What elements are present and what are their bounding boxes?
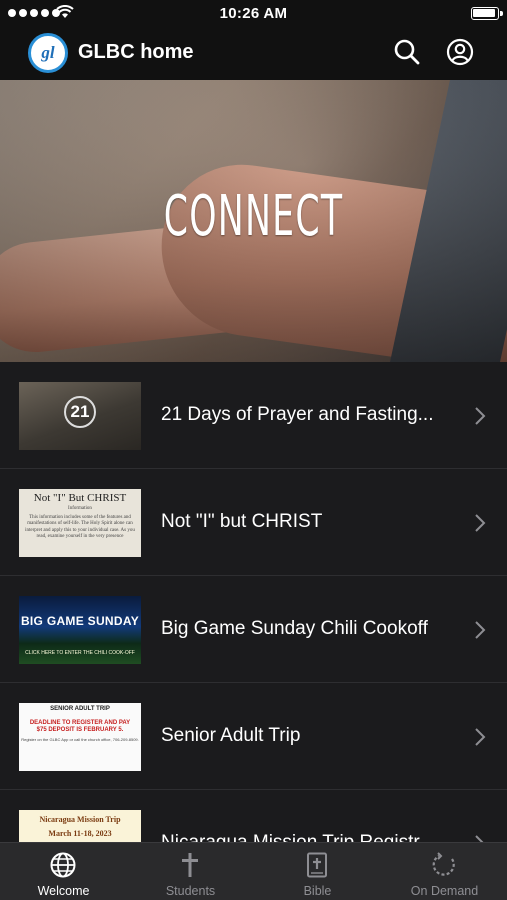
chevron-right-icon — [475, 514, 486, 532]
search-icon[interactable] — [392, 37, 422, 67]
globe-icon — [50, 852, 76, 878]
tab-welcome[interactable]: Welcome — [0, 843, 127, 900]
status-bar: 10:26 AM — [0, 0, 507, 26]
status-time: 10:26 AM — [219, 5, 288, 22]
tab-on-demand[interactable]: On Demand — [381, 843, 507, 900]
item-thumbnail: SENIOR ADULT TRIP DEADLINE TO REGISTER A… — [19, 703, 141, 771]
tab-label: Students — [165, 884, 216, 898]
church-logo[interactable]: gl — [28, 33, 68, 73]
item-title: Senior Adult Trip — [161, 725, 301, 746]
logo-text: gl — [41, 43, 55, 62]
item-title: 21 Days of Prayer and Fasting... — [161, 404, 434, 425]
account-icon[interactable] — [446, 38, 474, 66]
chevron-right-icon — [475, 835, 484, 842]
item-thumbnail: BIG GAME SUNDAY CLICK HERE TO ENTER THE … — [19, 596, 141, 664]
thumbnail-body: This information includes some of the fe… — [25, 514, 135, 540]
app-header: gl GLBC home — [0, 26, 507, 80]
thumbnail-subtitle: DEADLINE TO REGISTER AND PAY $75 DEPOSIT… — [29, 720, 131, 734]
list-item[interactable]: SENIOR ADULT TRIP DEADLINE TO REGISTER A… — [0, 683, 507, 790]
item-title: Nicaragua Mission Trip Registr... — [161, 832, 461, 842]
tab-label: Welcome — [37, 884, 90, 898]
thumbnail-body: Register on the GLBC App or call the chu… — [21, 737, 139, 743]
thumbnail-title: Not "I" But CHRIST — [33, 492, 127, 504]
thumbnail-subtitle: March 11-18, 2023 — [48, 829, 112, 838]
thumbnail-title: SENIOR ADULT TRIP — [50, 706, 110, 712]
thumbnail-clock-icon: 21 — [64, 396, 96, 428]
tab-bar: Welcome Students Bible On Demand — [0, 842, 507, 900]
chevron-right-icon — [475, 728, 486, 746]
bible-icon — [307, 852, 327, 878]
chevron-right-icon — [475, 621, 486, 639]
list-item[interactable]: Not "I" But CHRIST Information This info… — [0, 469, 507, 576]
thumbnail-subtitle: CLICK HERE TO ENTER THE CHILI COOK-OFF — [25, 650, 135, 656]
cross-icon — [182, 853, 198, 877]
refresh-icon — [432, 852, 455, 876]
battery-icon — [471, 7, 503, 20]
thumbnail-title: Nicaragua Mission Trip — [39, 815, 121, 824]
tab-students[interactable]: Students — [127, 843, 254, 900]
item-thumbnail: Not "I" But CHRIST Information This info… — [19, 489, 141, 557]
tab-bible[interactable]: Bible — [254, 843, 381, 900]
thumbnail-subtitle: Information — [68, 506, 92, 512]
item-thumbnail: Nicaragua Mission Trip March 11-18, 2023 — [19, 810, 141, 842]
hero-headline: CONNECT — [163, 184, 344, 249]
list-item[interactable]: 21 21 Days of Prayer and Fasting... — [0, 362, 507, 469]
hero-carousel[interactable]: CONNECT — [0, 80, 507, 362]
chevron-right-icon — [475, 407, 486, 425]
content-list: 21 21 Days of Prayer and Fasting... Not … — [0, 362, 507, 842]
list-item[interactable]: BIG GAME SUNDAY CLICK HERE TO ENTER THE … — [0, 576, 507, 683]
tab-label: Bible — [303, 884, 332, 898]
tab-label: On Demand — [410, 884, 479, 898]
item-thumbnail: 21 — [19, 382, 141, 450]
item-title: Not "I" but CHRIST — [161, 511, 323, 532]
list-item[interactable]: Nicaragua Mission Trip March 11-18, 2023… — [0, 790, 507, 842]
thumbnail-title: BIG GAME SUNDAY — [20, 614, 140, 628]
item-title: Big Game Sunday Chili Cookoff — [161, 618, 428, 639]
page-title: GLBC home — [78, 41, 194, 63]
